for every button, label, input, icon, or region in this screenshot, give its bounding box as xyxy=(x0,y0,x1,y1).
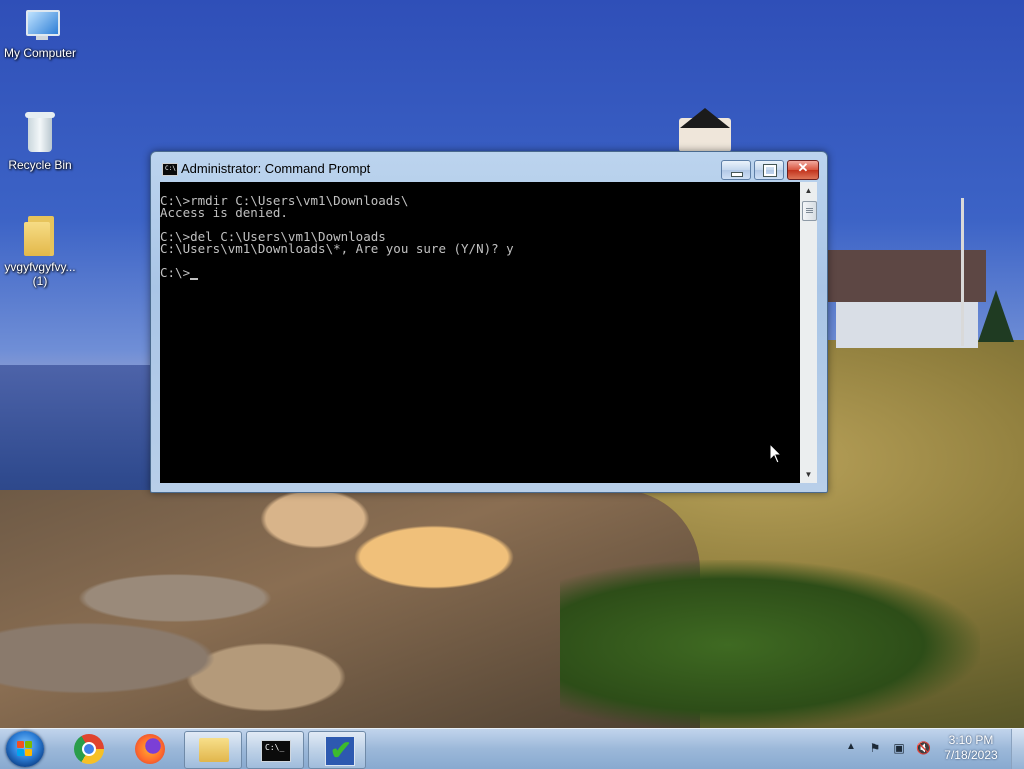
scrollbar-thumb[interactable] xyxy=(802,201,817,221)
scroll-down-arrow-icon[interactable]: ▼ xyxy=(800,466,817,483)
clock-date: 7/18/2023 xyxy=(944,748,998,762)
desktop-icon-label: Recycle Bin xyxy=(8,158,72,172)
desktop-icon-my-computer[interactable]: My Computer xyxy=(0,8,80,60)
desktop-icon-folder[interactable]: yvgyfvgyfvy... (1) xyxy=(0,216,80,288)
wallpaper-bushes xyxy=(560,560,980,728)
console-prompt-line[interactable]: C:\> xyxy=(160,265,199,280)
start-orb-icon xyxy=(17,741,33,757)
minimize-button[interactable] xyxy=(721,160,751,180)
taskbar-task-app[interactable]: ✔ xyxy=(308,731,366,769)
console-line: C:\Users\vm1\Downloads\*, Are you sure (… xyxy=(160,241,514,256)
cmd-icon[interactable]: C:\ xyxy=(162,163,178,176)
desktop-icon-label: My Computer xyxy=(3,46,77,60)
taskbar-chrome[interactable] xyxy=(58,731,114,767)
recycle-bin-icon xyxy=(25,112,55,154)
folder-icon xyxy=(199,738,229,762)
taskbar-explorer[interactable] xyxy=(184,731,242,769)
chrome-icon xyxy=(74,734,104,764)
wallpaper-house-wall xyxy=(836,302,978,348)
scroll-up-arrow-icon[interactable]: ▲ xyxy=(800,182,817,199)
show-desktop-button[interactable] xyxy=(1011,729,1024,769)
system-tray: ▲ ⚑ ▣ 🔇 3:10 PM 7/18/2023 xyxy=(842,729,1024,769)
checkmark-icon: ✔ xyxy=(325,735,355,766)
console-output[interactable]: C:\>rmdir C:\Users\vm1\Downloads\ Access… xyxy=(160,182,800,483)
folder-icon xyxy=(24,216,56,256)
cmd-window[interactable]: C:\ Administrator: Command Prompt ✕ C:\>… xyxy=(150,151,828,493)
desktop-icon-label-line2: (1) xyxy=(32,274,48,288)
start-button[interactable] xyxy=(6,731,44,767)
cmd-titlebar[interactable]: C:\ Administrator: Command Prompt ✕ xyxy=(151,152,827,182)
taskbar: C:\_ ✔ ▲ ⚑ ▣ 🔇 3:10 PM 7/18/2023 xyxy=(0,728,1024,769)
text-cursor xyxy=(190,278,199,280)
window-title: Administrator: Command Prompt xyxy=(181,161,371,176)
close-button[interactable]: ✕ xyxy=(787,160,819,180)
clock[interactable]: 3:10 PM 7/18/2023 xyxy=(936,733,1006,763)
wallpaper-lighthouse-cap xyxy=(680,108,730,128)
wallpaper-tree xyxy=(978,290,1014,342)
desktop-icon-label-line1: yvgyfvgyfvy... xyxy=(4,260,76,274)
minimize-icon xyxy=(731,172,743,177)
taskbar-cmd[interactable]: C:\_ xyxy=(246,731,304,769)
maximize-button[interactable] xyxy=(754,160,784,180)
wallpaper-flagpole xyxy=(961,198,964,346)
firefox-icon xyxy=(135,734,165,764)
desktop-icon-recycle-bin[interactable]: Recycle Bin xyxy=(0,112,80,172)
cmd-icon: C:\_ xyxy=(261,740,291,762)
vertical-scrollbar[interactable]: ▲ ▼ xyxy=(800,182,817,483)
volume-muted-icon[interactable]: 🔇 xyxy=(916,741,931,755)
action-center-flag-icon[interactable]: ⚑ xyxy=(868,741,882,755)
clock-time: 3:10 PM xyxy=(948,733,994,747)
show-hidden-icons-arrow-icon[interactable]: ▲ xyxy=(846,741,856,752)
console-line: Access is denied. xyxy=(160,205,288,220)
taskbar-firefox[interactable] xyxy=(121,731,177,767)
close-icon: ✕ xyxy=(797,160,809,175)
network-icon[interactable]: ▣ xyxy=(892,741,906,755)
console-prompt: C:\> xyxy=(160,265,191,280)
computer-icon xyxy=(20,8,60,42)
maximize-icon xyxy=(763,164,777,177)
